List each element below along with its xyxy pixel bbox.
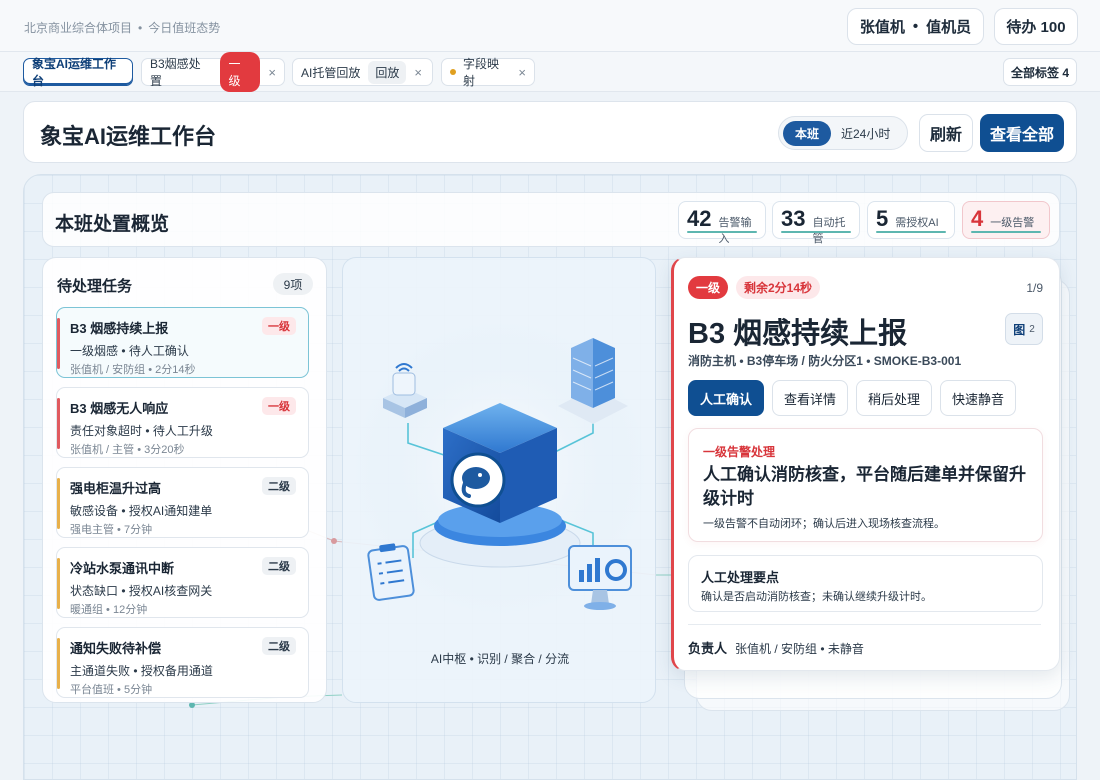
user-role: 值机员: [926, 19, 972, 36]
checklist-icon: [367, 543, 415, 601]
divider: [688, 624, 1041, 625]
close-icon[interactable]: ×: [268, 65, 276, 80]
todo-button[interactable]: 待办 100: [994, 8, 1078, 45]
countdown-badge: 剩余2分14秒: [736, 276, 821, 299]
dashboard-monitor-icon: [568, 545, 632, 610]
handle-later-button[interactable]: 稍后处理: [856, 380, 932, 416]
breadcrumb: 北京商业综合体项目 • 今日值班态势: [24, 21, 221, 35]
top-bar: 北京商业综合体项目 • 今日值班态势 张值机 • 值机员 待办 100: [0, 0, 1100, 52]
connector-node: [331, 538, 337, 544]
level-badge: 一级: [262, 317, 296, 335]
user-name: 张值机: [859, 19, 905, 36]
pending-task-list: 待处理任务 9项 B3 烟感持续上报 一级 一级烟感 • 待人工确认 张值机 /…: [42, 257, 327, 703]
level-badge: 二级: [262, 557, 296, 575]
tab-level-badge: 一级: [220, 52, 261, 92]
ai-hub-illustration: [350, 318, 650, 618]
handling-note: 一级告警不自动闭环；确认后进入现场核查流程。: [703, 518, 945, 530]
owner-value: 张值机 / 安防组 • 未静音: [735, 642, 864, 656]
level-badge: 二级: [262, 477, 296, 495]
task-item[interactable]: B3 烟感无人响应 一级 责任对象超时 • 待人工升级 张值机 / 主管 • 3…: [56, 387, 309, 458]
ai-hub-cube-icon: [443, 403, 557, 523]
close-icon[interactable]: ×: [414, 65, 422, 80]
ai-hub-caption: AI中枢 • 识别 / 聚合 / 分流: [430, 652, 570, 666]
tab-replay-badge: 回放: [368, 60, 407, 84]
handling-instruction-box: 一级告警处理 人工确认消防核查，平台随后建单并保留升级计时 一级告警不自动闭环；…: [688, 428, 1043, 542]
card-pager[interactable]: 1/9: [1026, 281, 1043, 295]
refresh-button[interactable]: 刷新: [919, 114, 973, 152]
task-item[interactable]: 强电柜温升过高 二级 敏感设备 • 授权AI通知建单 强电主管 • 7分钟: [56, 467, 309, 538]
task-count-badge: 9项: [273, 273, 313, 295]
stat-needs-auth[interactable]: 5 需授权AI: [867, 201, 955, 239]
overview-title: 本班处置概览: [55, 214, 170, 235]
tab-ai-replay[interactable]: AI托管回放 回放 ×: [292, 58, 433, 86]
shift-overview: 本班处置概览 42 告警输入 33 自动托管 5 需授权AI 4 一级告警: [42, 192, 1060, 247]
handling-kicker: 一级告警处理: [703, 445, 776, 459]
alert-detail-card: 一级 剩余2分14秒 1/9 B3 烟感持续上报 图2 消防主机 • B3停车场…: [671, 257, 1060, 671]
task-item[interactable]: 冷站水泵通讯中断 二级 状态缺口 • 授权AI核查网关 暖通组 • 12分钟: [56, 547, 309, 618]
tab-workbench[interactable]: 象宝AI运维工作台: [23, 57, 133, 88]
view-details-button[interactable]: 查看详情: [772, 380, 848, 416]
level-badge: 二级: [262, 637, 296, 655]
manual-points-note: 确认是否启动消防核查；未确认继续升级计时。: [701, 591, 932, 603]
task-item[interactable]: B3 烟感持续上报 一级 一级烟感 • 待人工确认 张值机 / 安防组 • 2分…: [56, 307, 309, 378]
manual-confirm-button[interactable]: 人工确认: [688, 380, 764, 416]
period-24h[interactable]: 近24小时: [841, 125, 890, 142]
stat-alert-input[interactable]: 42 告警输入: [678, 201, 766, 245]
view-all-button[interactable]: 查看全部: [980, 114, 1064, 152]
task-item[interactable]: 通知失败待补偿 二级 主通道失败 • 授权备用通道 平台值班 • 5分钟: [56, 627, 309, 698]
manual-points-box: 人工处理要点 确认是否启动消防核查；未确认继续升级计时。: [688, 555, 1043, 612]
ai-hub-panel: AI中枢 • 识别 / 聚合 / 分流: [342, 257, 656, 703]
page-title: 象宝AI运维工作台: [40, 124, 217, 149]
stat-level1-alerts[interactable]: 4 一级告警: [962, 201, 1050, 239]
quick-mute-button[interactable]: 快速静音: [940, 380, 1016, 416]
unsaved-dot-icon: [450, 69, 456, 75]
alert-location: 消防主机 • B3停车场 / 防火分区1 • SMOKE-B3-001: [688, 354, 962, 368]
alert-title: B3 烟感持续上报: [688, 318, 908, 350]
stat-auto-managed[interactable]: 33 自动托管: [772, 201, 860, 245]
period-toggle: 本班 近24小时: [778, 116, 908, 150]
manual-points-title: 人工处理要点: [701, 570, 780, 585]
main-panel: 本班处置概览 42 告警输入 33 自动托管 5 需授权AI 4 一级告警 待处理任务 …: [23, 174, 1077, 780]
page-subtitle: 今日值班态势: [148, 21, 221, 35]
close-icon[interactable]: ×: [518, 65, 526, 80]
period-current-shift[interactable]: 本班: [783, 121, 831, 146]
tab-field-map[interactable]: 字段映射 ×: [441, 57, 535, 88]
owner-row: 负责人 张值机 / 安防组 • 未静音: [688, 638, 864, 657]
all-tags-button[interactable]: 全部标签 4: [1003, 58, 1077, 86]
task-list-title: 待处理任务: [57, 278, 133, 295]
level-badge: 一级: [688, 276, 728, 299]
header-card: 象宝AI运维工作台 本班 近24小时 刷新 查看全部: [23, 101, 1077, 163]
handling-headline: 人工确认消防核查，平台随后建单并保留升级计时: [703, 465, 1026, 508]
owner-label: 负责人: [688, 641, 728, 656]
tab-bar: 象宝AI运维工作台 B3烟感处置 一级 × AI托管回放 回放 × 字段映射 ×…: [0, 52, 1100, 92]
image-attachment-button[interactable]: 图2: [1005, 313, 1043, 345]
user-chip[interactable]: 张值机 • 值机员: [847, 8, 984, 45]
project-name: 北京商业综合体项目: [24, 21, 133, 35]
level-badge: 一级: [262, 397, 296, 415]
tab-smoke[interactable]: B3烟感处置 一级 ×: [141, 52, 285, 92]
